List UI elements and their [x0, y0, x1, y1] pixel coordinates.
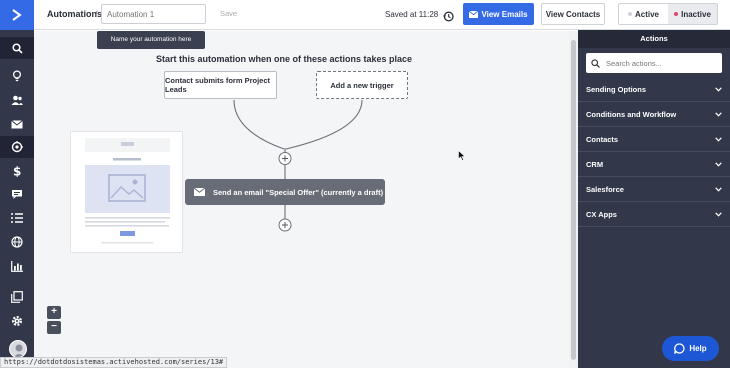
email-preview-thumbnail[interactable] — [70, 131, 183, 253]
top-header: Automations / Save Saved at 11:28 View E… — [34, 0, 730, 30]
nav-pages[interactable] — [0, 286, 34, 308]
section-label: Sending Options — [586, 84, 646, 94]
status-inactive-option[interactable]: Inactive — [668, 4, 717, 24]
view-emails-label: View Emails — [481, 9, 528, 19]
chevron-right-logo-icon — [12, 9, 22, 21]
dollar-icon: $ — [13, 165, 21, 177]
active-dot-icon — [627, 12, 632, 16]
help-button[interactable]: Help — [662, 336, 719, 361]
chat-bubble-icon — [674, 343, 685, 354]
send-email-action-label: Send an email "Special Offer" (currently… — [213, 187, 384, 197]
lightbulb-icon — [12, 70, 22, 82]
search-icon — [11, 42, 23, 54]
search-actions-input[interactable]: Search actions... — [586, 53, 722, 73]
chevron-down-icon — [715, 211, 722, 217]
saved-at-status: Saved at 11:28 — [385, 10, 439, 19]
nav-automations[interactable] — [0, 136, 34, 158]
nav-deals[interactable]: $ — [0, 160, 34, 182]
actions-panel-title: Actions — [578, 30, 730, 48]
scrollbar-thumb[interactable] — [571, 40, 576, 360]
chevron-down-icon — [715, 136, 722, 142]
section-salesforce[interactable]: Salesforce — [578, 177, 730, 202]
section-label: Conditions and Workflow — [586, 109, 677, 119]
app-logo[interactable] — [0, 0, 34, 30]
list-icon — [11, 213, 23, 223]
actions-panel: Actions Search actions... Sending Option… — [578, 30, 730, 368]
user-avatar-icon — [13, 344, 25, 357]
breadcrumb-automations[interactable]: Automations — [47, 9, 102, 19]
svg-text:$: $ — [13, 165, 21, 177]
browser-status-url: https://dotdotdosistemas.activehosted.co… — [0, 357, 228, 368]
chevron-down-icon — [715, 111, 722, 117]
view-contacts-button[interactable]: View Contacts — [541, 3, 605, 25]
mouse-cursor-icon — [458, 150, 466, 161]
nav-search[interactable] — [0, 37, 34, 59]
save-button[interactable]: Save — [211, 4, 246, 24]
section-cx-apps[interactable]: CX Apps — [578, 202, 730, 227]
breadcrumb-separator: / — [95, 9, 98, 19]
pages-icon — [11, 291, 23, 303]
trigger-form-submit[interactable]: Contact submits form Project Leads — [164, 71, 277, 99]
status-toggle: Active Inactive — [618, 3, 718, 25]
nav-conversations[interactable] — [0, 183, 34, 205]
automation-name-input[interactable] — [101, 4, 206, 24]
zoom-in-button[interactable]: + — [47, 306, 61, 319]
avatar[interactable] — [9, 340, 27, 358]
nav-reports[interactable] — [0, 255, 34, 277]
add-step-button-2[interactable] — [278, 218, 292, 232]
search-icon — [591, 58, 600, 68]
zoom-out-button[interactable]: − — [47, 321, 61, 334]
nav-site[interactable] — [0, 231, 34, 253]
mail-icon — [11, 119, 23, 128]
globe-icon — [11, 236, 23, 248]
add-trigger-button[interactable]: Add a new trigger — [316, 71, 408, 99]
section-label: Contacts — [586, 134, 619, 144]
left-navigation-rail: $ — [0, 0, 34, 368]
nav-contacts[interactable] — [0, 89, 34, 111]
nav-lists[interactable] — [0, 207, 34, 229]
canvas-scrollbar[interactable] — [569, 31, 578, 368]
section-label: Salesforce — [586, 184, 624, 194]
envelope-icon — [194, 188, 205, 196]
section-conditions-workflow[interactable]: Conditions and Workflow — [578, 102, 730, 127]
envelope-icon — [469, 10, 479, 18]
contacts-icon — [11, 95, 23, 105]
section-crm[interactable]: CRM — [578, 152, 730, 177]
search-actions-placeholder: Search actions... — [606, 58, 662, 68]
section-label: CRM — [586, 159, 604, 169]
chevron-down-icon — [715, 186, 722, 192]
help-label: Help — [689, 344, 707, 353]
nav-ideas[interactable] — [0, 65, 34, 87]
status-active-option[interactable]: Active — [619, 4, 668, 24]
section-contacts[interactable]: Contacts — [578, 127, 730, 152]
section-sending-options[interactable]: Sending Options — [578, 77, 730, 102]
nav-campaigns[interactable] — [0, 113, 34, 135]
inactive-dot-icon — [674, 12, 679, 16]
chevron-down-icon — [715, 86, 722, 92]
automation-canvas[interactable]: Name your automation here Start this aut… — [34, 31, 569, 368]
nav-settings[interactable] — [0, 310, 34, 332]
email-template-preview — [85, 138, 170, 244]
add-step-button-1[interactable] — [278, 152, 292, 165]
section-label: CX Apps — [586, 209, 617, 219]
history-icon[interactable] — [443, 9, 454, 27]
automation-icon — [11, 141, 23, 153]
send-email-action[interactable]: Send an email "Special Offer" (currently… — [185, 179, 385, 205]
chevron-down-icon — [715, 161, 722, 167]
view-emails-button[interactable]: View Emails — [463, 3, 534, 25]
settings-icon — [12, 316, 22, 326]
reports-icon — [11, 260, 23, 272]
status-inactive-label: Inactive — [681, 9, 711, 19]
status-active-label: Active — [634, 9, 659, 19]
chat-icon — [12, 189, 22, 199]
